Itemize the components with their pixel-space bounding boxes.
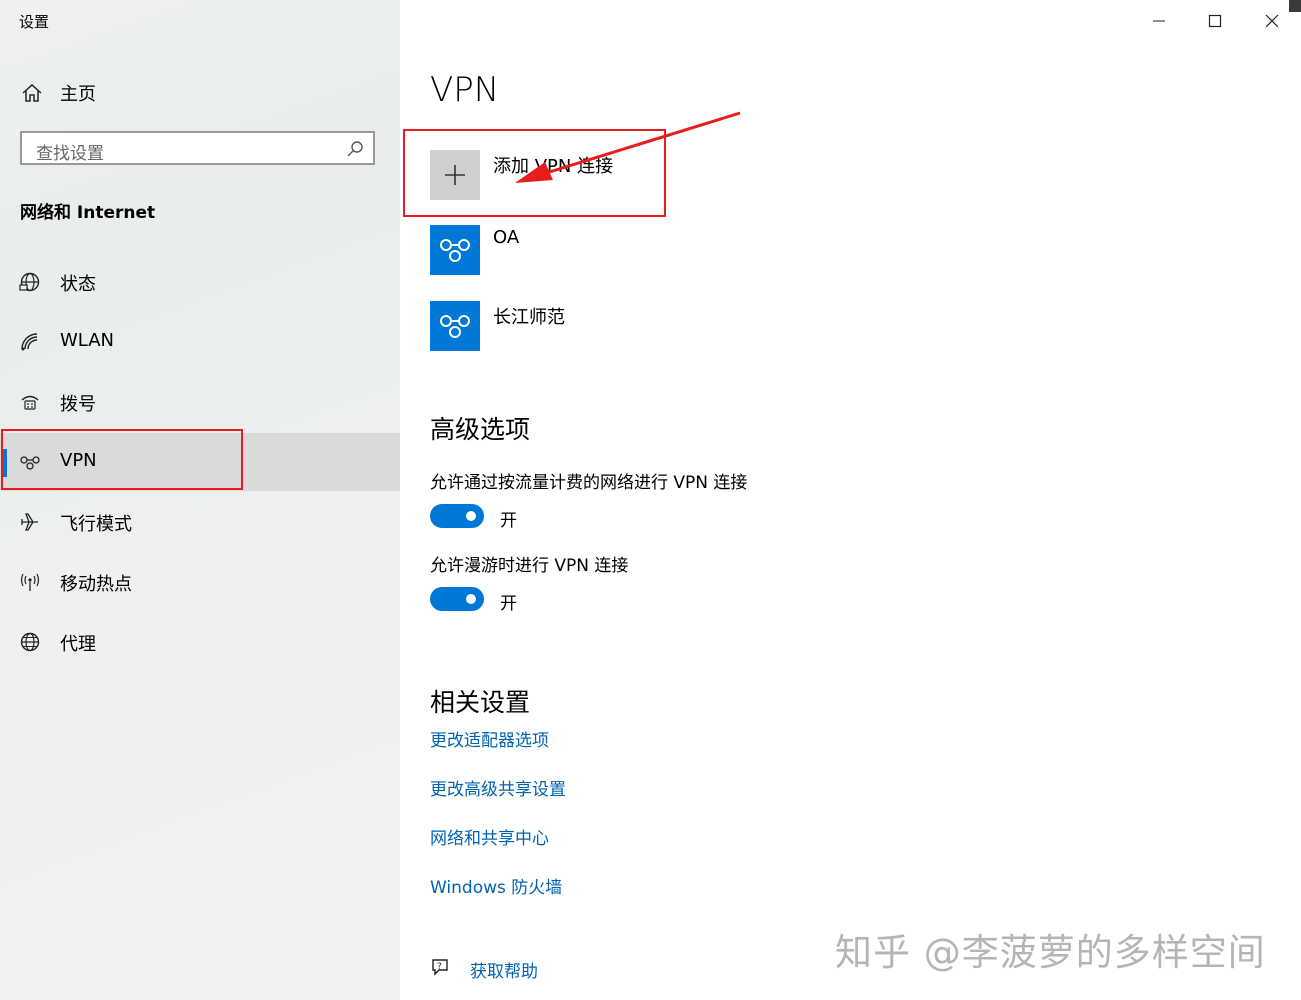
airplane-icon bbox=[19, 511, 41, 533]
sidebar-item-label: WLAN bbox=[60, 330, 115, 351]
search-icon[interactable] bbox=[346, 140, 364, 162]
svg-text:?: ? bbox=[437, 962, 442, 972]
globe-icon bbox=[19, 631, 41, 653]
sidebar-item-label: 拨号 bbox=[60, 394, 96, 415]
search-input[interactable]: 查找设置 bbox=[20, 131, 375, 165]
sidebar-item-dialup[interactable]: 拨号 bbox=[0, 373, 400, 431]
sidebar-item-label: 飞行模式 bbox=[60, 514, 132, 535]
globe-status-icon bbox=[19, 271, 41, 293]
hotspot-icon bbox=[19, 571, 41, 593]
metered-option-label: 允许通过按流量计费的网络进行 VPN 连接 bbox=[430, 473, 748, 493]
annotation-box-add-vpn bbox=[403, 129, 666, 217]
main-content: VPN 添加 VPN 连接 OA 长江师范 高级选项 允许通过按流量计费的网络进… bbox=[400, 0, 1301, 1000]
link-advanced-sharing[interactable]: 更改高级共享设置 bbox=[430, 775, 566, 800]
link-network-sharing-center[interactable]: 网络和共享中心 bbox=[430, 824, 549, 849]
roaming-toggle[interactable] bbox=[430, 587, 484, 611]
app-title: 设置 bbox=[19, 13, 50, 31]
annotation-box-vpn-nav bbox=[1, 429, 243, 490]
search-placeholder: 查找设置 bbox=[36, 144, 104, 164]
metered-toggle-state: 开 bbox=[500, 511, 517, 531]
get-help-label: 获取帮助 bbox=[470, 962, 538, 982]
sidebar-item-airplane[interactable]: 飞行模式 bbox=[0, 493, 400, 551]
watermark: 知乎 @李菠萝的多样空间 bbox=[835, 931, 1266, 974]
metered-toggle[interactable] bbox=[430, 504, 484, 528]
sidebar-item-proxy[interactable]: 代理 bbox=[0, 613, 400, 671]
toggle-knob bbox=[466, 594, 476, 604]
sidebar-item-label: 代理 bbox=[60, 634, 96, 655]
sidebar-item-label: 移动热点 bbox=[60, 574, 132, 595]
vpn-connection-icon bbox=[430, 301, 480, 351]
vpn-connection-name: 长江师范 bbox=[493, 307, 565, 328]
toggle-knob bbox=[466, 511, 476, 521]
related-heading: 相关设置 bbox=[430, 688, 531, 717]
vpn-connection-icon bbox=[430, 225, 480, 275]
link-adapter-options[interactable]: 更改适配器选项 bbox=[430, 726, 549, 751]
vpn-connection-item[interactable]: OA bbox=[430, 225, 830, 277]
wifi-icon bbox=[19, 331, 41, 353]
sidebar-item-wlan[interactable]: WLAN bbox=[0, 313, 400, 371]
nav-home-label: 主页 bbox=[60, 84, 96, 105]
dialup-icon bbox=[19, 391, 41, 413]
advanced-heading: 高级选项 bbox=[430, 415, 531, 444]
help-chat-icon: ? bbox=[430, 957, 454, 983]
roaming-option-label: 允许漫游时进行 VPN 连接 bbox=[430, 556, 629, 576]
vpn-connection-name: OA bbox=[493, 227, 520, 248]
sidebar: 设置 主页 查找设置 网络和 Internet 状态 WLAN 拨号 VPN 飞… bbox=[0, 0, 400, 1000]
roaming-toggle-state: 开 bbox=[500, 594, 517, 614]
vpn-connection-item[interactable]: 长江师范 bbox=[430, 301, 830, 353]
home-icon bbox=[21, 82, 43, 108]
nav-home[interactable]: 主页 bbox=[19, 78, 399, 108]
page-title: VPN bbox=[430, 70, 500, 110]
section-title: 网络和 Internet bbox=[20, 203, 156, 223]
sidebar-item-label: 状态 bbox=[60, 274, 96, 295]
link-windows-firewall[interactable]: Windows 防火墙 bbox=[430, 873, 562, 898]
sidebar-item-hotspot[interactable]: 移动热点 bbox=[0, 553, 400, 611]
sidebar-item-status[interactable]: 状态 bbox=[0, 253, 400, 311]
